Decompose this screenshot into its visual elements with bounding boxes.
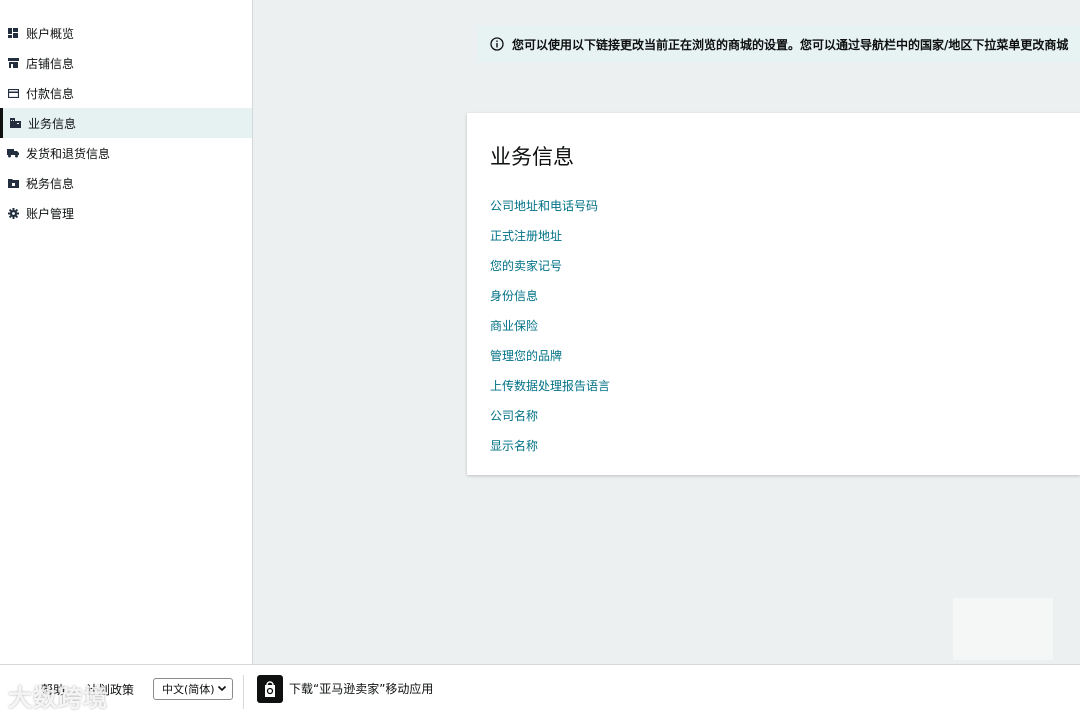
truck-icon xyxy=(7,147,19,159)
sidebar-item-business-info[interactable]: 业务信息 xyxy=(0,108,252,138)
sidebar-item-label: 付款信息 xyxy=(26,86,75,101)
sidebar-item-shipping-returns[interactable]: 发货和退货信息 xyxy=(0,138,252,168)
main-content: 您可以使用以下链接更改当前正在浏览的商城的设置。您可以通过导航栏中的国家/地区下… xyxy=(253,0,1080,664)
sidebar-item-label: 账户管理 xyxy=(26,206,75,221)
sidebar-item-payment-info[interactable]: 付款信息 xyxy=(0,78,252,108)
dashboard-icon xyxy=(7,27,19,39)
sidebar-item-account-management[interactable]: 账户管理 xyxy=(0,198,252,228)
folder-tax-icon xyxy=(7,177,19,189)
credit-card-icon xyxy=(7,87,19,99)
link-data-report-language[interactable]: 上传数据处理报告语言 xyxy=(490,377,610,394)
link-company-address-phone[interactable]: 公司地址和电话号码 xyxy=(490,197,598,214)
background-panel xyxy=(953,598,1053,660)
sidebar-item-store-info[interactable]: 店铺信息 xyxy=(0,48,252,78)
link-identity-info[interactable]: 身份信息 xyxy=(490,287,538,304)
sidebar-item-label: 税务信息 xyxy=(26,176,75,191)
language-select[interactable]: 中文(简体) xyxy=(153,678,233,700)
watermark: 大数跨境 xyxy=(8,684,108,712)
store-icon xyxy=(7,57,19,69)
gear-icon xyxy=(7,207,19,219)
sidebar-item-label: 账户概览 xyxy=(26,26,75,41)
info-icon xyxy=(490,37,504,51)
divider xyxy=(243,675,244,709)
link-manage-brands[interactable]: 管理您的品牌 xyxy=(490,347,562,364)
link-seller-token[interactable]: 您的卖家记号 xyxy=(490,257,562,274)
building-icon xyxy=(9,117,21,129)
business-info-card: 业务信息 公司地址和电话号码 正式注册地址 您的卖家记号 身份信息 商业保险 管… xyxy=(467,113,1080,475)
sidebar-item-label: 店铺信息 xyxy=(26,56,75,71)
link-business-insurance[interactable]: 商业保险 xyxy=(490,317,538,334)
info-banner: 您可以使用以下链接更改当前正在浏览的商城的设置。您可以通过导航栏中的国家/地区下… xyxy=(477,25,1080,63)
sidebar-item-label: 业务信息 xyxy=(28,116,77,131)
banner-text: 您可以使用以下链接更改当前正在浏览的商城的设置。您可以通过导航栏中的国家/地区下… xyxy=(512,37,1069,52)
card-title: 业务信息 xyxy=(490,145,574,169)
footer: 帮助 计划政策 中文(简体) 下载“亚马逊卖家”移动应用 xyxy=(0,664,1080,721)
seller-app-icon[interactable] xyxy=(257,675,283,703)
link-registered-address[interactable]: 正式注册地址 xyxy=(490,227,562,244)
chevron-down-icon xyxy=(217,683,227,696)
sidebar-item-tax-info[interactable]: 税务信息 xyxy=(0,168,252,198)
link-display-name[interactable]: 显示名称 xyxy=(490,437,538,454)
sidebar-item-account-overview[interactable]: 账户概览 xyxy=(0,18,252,48)
sidebar-item-label: 发货和退货信息 xyxy=(26,146,111,161)
language-select-value: 中文(简体) xyxy=(162,683,215,696)
link-company-name[interactable]: 公司名称 xyxy=(490,407,538,424)
sidebar: 账户概览 店铺信息 付款信息 业务信息 发货和退货信息 税务信息 账户管理 xyxy=(0,0,253,664)
app-download-link[interactable]: 下载“亚马逊卖家”移动应用 xyxy=(289,680,433,697)
